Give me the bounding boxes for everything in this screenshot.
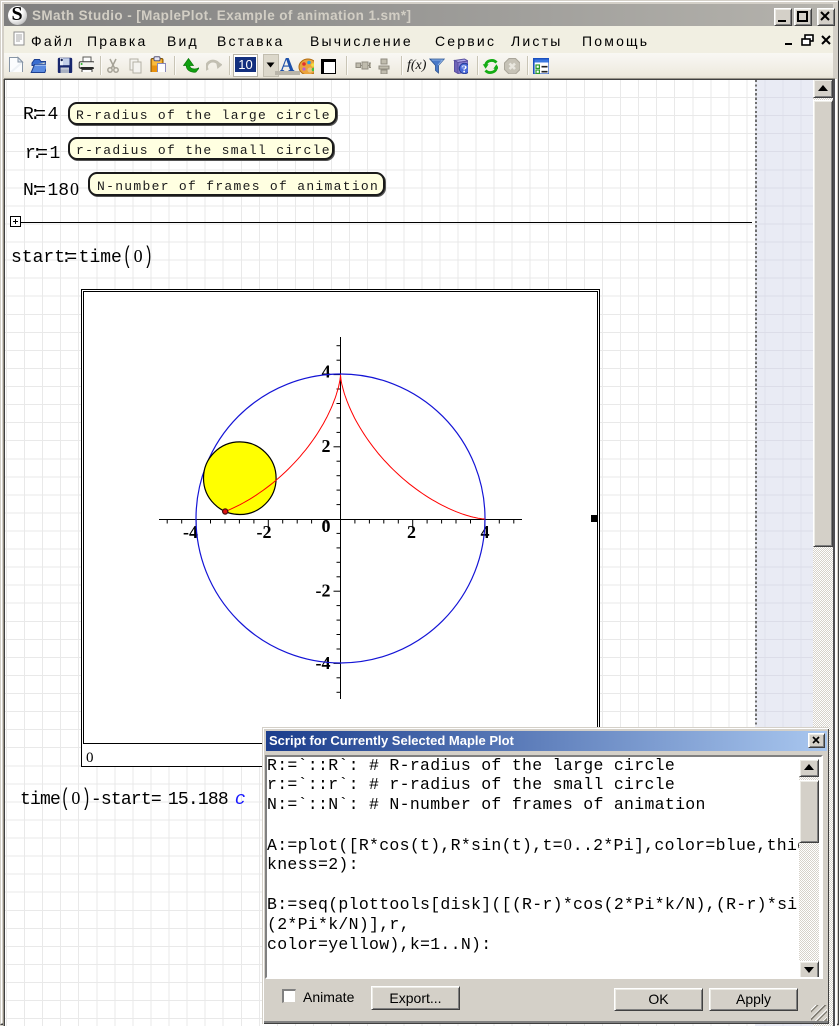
svg-text:0: 0	[86, 750, 94, 766]
svg-text:2: 2	[407, 522, 416, 542]
svg-text:?: ?	[462, 64, 468, 75]
svg-text:4: 4	[322, 362, 331, 382]
svg-text:-2: -2	[257, 522, 272, 542]
svg-text:0: 0	[322, 516, 331, 536]
svg-text:-2: -2	[316, 581, 331, 601]
svg-text:2: 2	[322, 436, 331, 456]
